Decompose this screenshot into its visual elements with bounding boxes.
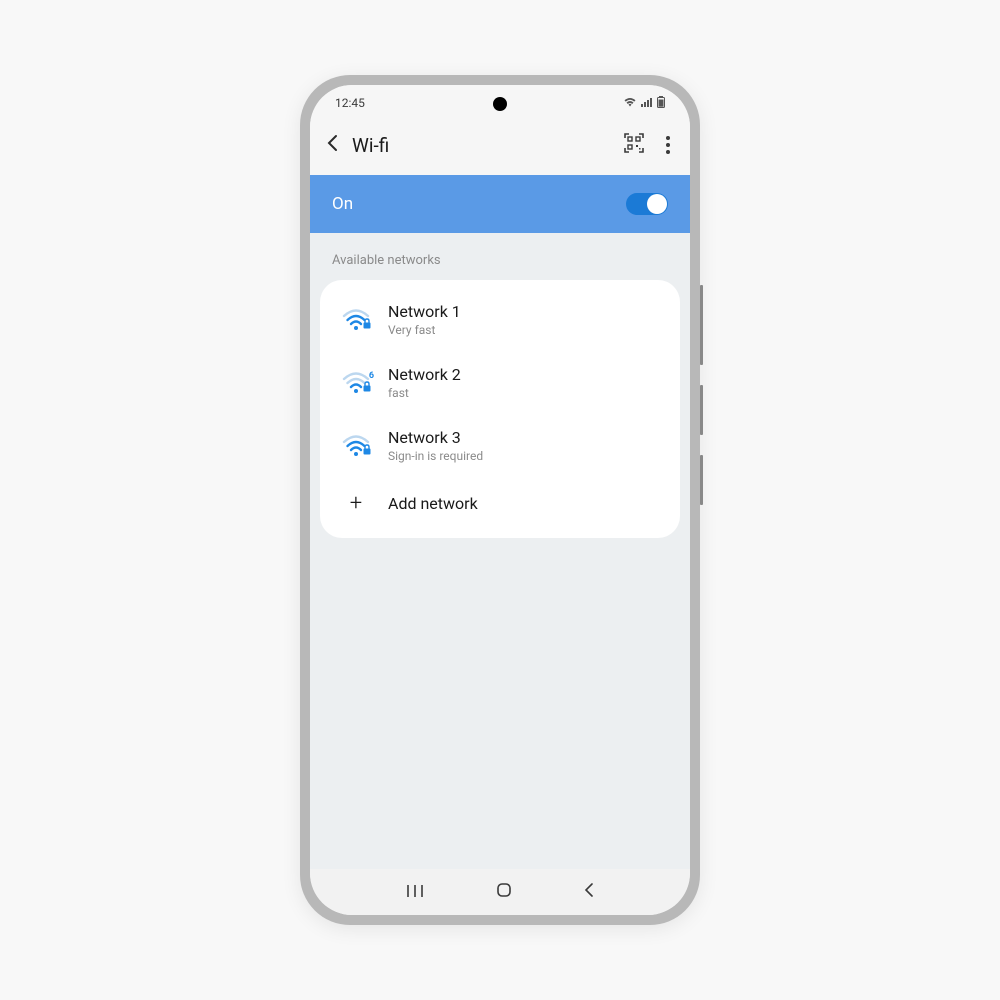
more-options-button[interactable] xyxy=(664,130,672,160)
network-list: Network 1 Very fast 6 xyxy=(320,280,680,538)
network-detail: fast xyxy=(388,386,662,400)
wifi-signal-icon: 6 xyxy=(338,372,374,394)
chevron-left-icon xyxy=(326,134,338,152)
network-name: Network 1 xyxy=(388,302,662,321)
page-title: Wi-fi xyxy=(352,134,618,157)
status-indicators xyxy=(623,96,665,111)
status-time: 12:45 xyxy=(335,96,365,110)
chevron-left-icon xyxy=(584,882,594,898)
side-button xyxy=(700,455,703,505)
add-network-label: Add network xyxy=(388,494,478,513)
add-network-button[interactable]: + Add network xyxy=(320,477,680,530)
qr-scan-button[interactable] xyxy=(618,127,650,163)
lock-icon xyxy=(362,314,372,333)
network-name: Network 3 xyxy=(388,428,662,447)
home-button[interactable] xyxy=(490,876,518,908)
recents-button[interactable] xyxy=(400,877,430,908)
lock-icon xyxy=(362,377,372,396)
network-detail: Sign-in is required xyxy=(388,449,662,463)
network-detail: Very fast xyxy=(388,323,662,337)
available-networks-label: Available networks xyxy=(310,233,690,280)
network-item[interactable]: Network 3 Sign-in is required xyxy=(320,414,680,477)
side-button xyxy=(700,285,703,365)
toggle-knob xyxy=(647,194,667,214)
plus-icon: + xyxy=(338,491,374,516)
wifi-status-icon xyxy=(623,96,637,110)
front-camera xyxy=(493,97,507,111)
qr-code-icon xyxy=(624,133,644,153)
wifi-toggle-label: On xyxy=(332,194,353,214)
wifi-toggle-bar[interactable]: On xyxy=(310,175,690,233)
screen: 12:45 Wi-fi xyxy=(310,85,690,915)
wifi-signal-icon xyxy=(338,309,374,331)
phone-frame: 12:45 Wi-fi xyxy=(300,75,700,925)
network-name: Network 2 xyxy=(388,365,662,384)
side-button xyxy=(700,385,703,435)
lock-icon xyxy=(362,440,372,459)
more-vertical-icon xyxy=(666,136,670,140)
network-item[interactable]: 6 Network 2 fast xyxy=(320,351,680,414)
nav-back-button[interactable] xyxy=(578,876,600,908)
wifi-signal-icon xyxy=(338,435,374,457)
system-nav-bar xyxy=(310,869,690,915)
home-icon xyxy=(496,882,512,898)
network-item[interactable]: Network 1 Very fast xyxy=(320,288,680,351)
back-button[interactable] xyxy=(326,130,346,160)
network-info: Network 2 fast xyxy=(388,365,662,400)
recents-icon xyxy=(406,884,424,898)
network-info: Network 1 Very fast xyxy=(388,302,662,337)
signal-icon xyxy=(640,96,654,110)
network-info: Network 3 Sign-in is required xyxy=(388,428,662,463)
content-area: Available networks xyxy=(310,233,690,869)
wifi-toggle-switch[interactable] xyxy=(626,193,668,215)
battery-icon xyxy=(657,96,665,111)
header-bar: Wi-fi xyxy=(310,115,690,175)
